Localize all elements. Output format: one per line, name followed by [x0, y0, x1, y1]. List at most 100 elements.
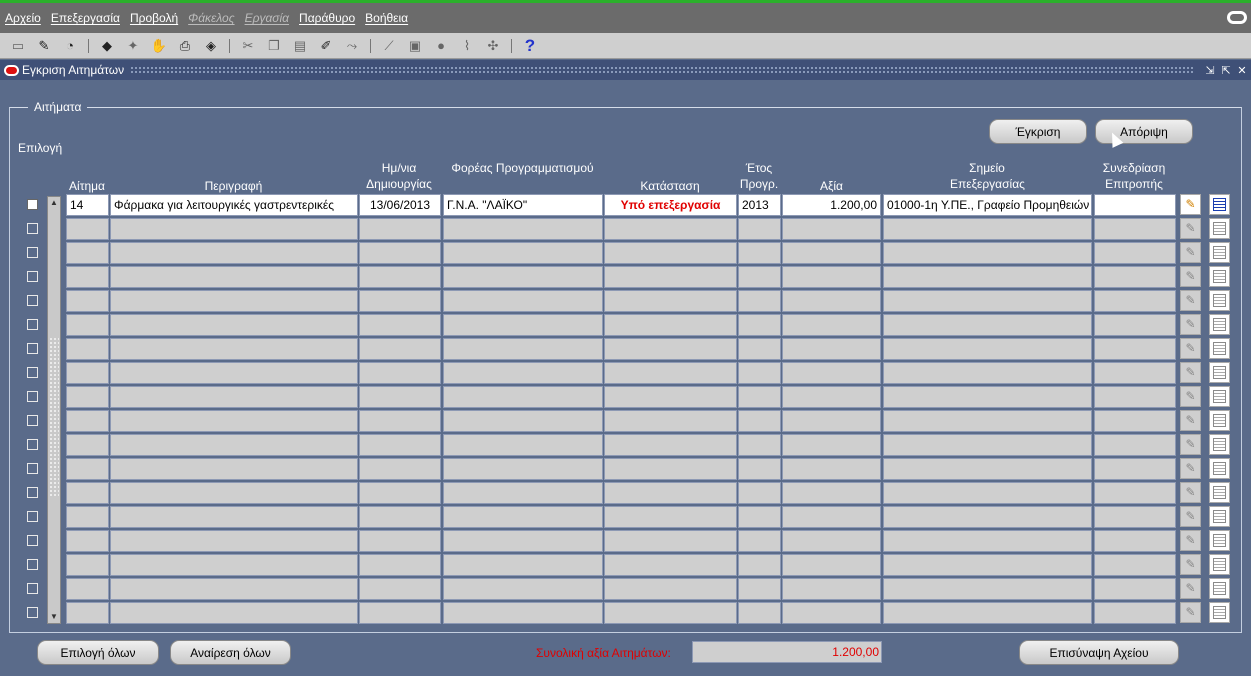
cell-request[interactable] — [66, 290, 109, 312]
cell-processing-point[interactable] — [883, 506, 1092, 528]
cell-value[interactable] — [782, 434, 881, 456]
details-list-icon[interactable] — [1209, 482, 1230, 503]
minimize-icon[interactable]: ⇲ — [1203, 64, 1217, 77]
details-list-icon[interactable] — [1209, 458, 1230, 479]
cell-description[interactable] — [110, 482, 358, 504]
cell-description[interactable] — [110, 410, 358, 432]
cell-planning-body[interactable] — [443, 602, 603, 624]
cell-description[interactable] — [110, 338, 358, 360]
cell-request[interactable] — [66, 266, 109, 288]
cell-created-date[interactable] — [359, 410, 441, 432]
cell-description[interactable] — [110, 242, 358, 264]
cell-program-year[interactable] — [738, 218, 781, 240]
details-list-icon[interactable] — [1209, 242, 1230, 263]
cell-committee-meeting[interactable] — [1094, 194, 1176, 216]
edit-pencil-icon[interactable]: ✎ — [1180, 362, 1201, 383]
cell-planning-body[interactable]: Γ.Ν.Α. "ΛΑΪΚΟ" — [443, 194, 603, 216]
cell-committee-meeting[interactable] — [1094, 482, 1176, 504]
cell-committee-meeting[interactable] — [1094, 218, 1176, 240]
cell-processing-point[interactable] — [883, 290, 1092, 312]
cell-planning-body[interactable] — [443, 290, 603, 312]
cell-request[interactable] — [66, 338, 109, 360]
cell-status[interactable] — [604, 458, 737, 480]
cell-committee-meeting[interactable] — [1094, 554, 1176, 576]
cell-planning-body[interactable] — [443, 242, 603, 264]
clear-icon[interactable]: ✦ — [123, 37, 143, 55]
cell-program-year[interactable] — [738, 314, 781, 336]
menu-item[interactable]: Προβολή — [130, 11, 178, 25]
lov-icon[interactable]: ▣ — [405, 37, 425, 55]
cell-value[interactable] — [782, 578, 881, 600]
row-select-checkbox[interactable] — [27, 487, 38, 498]
edit-pencil-icon[interactable]: ✎ — [1180, 386, 1201, 407]
cell-value[interactable] — [782, 602, 881, 624]
zoom-icon[interactable]: ⤳ — [342, 37, 362, 55]
new-record-icon[interactable]: ◆ — [97, 37, 117, 55]
cell-status[interactable] — [604, 386, 737, 408]
cell-status[interactable] — [604, 482, 737, 504]
vertical-scrollbar[interactable]: ▲ ▼ — [47, 196, 61, 624]
cell-description[interactable] — [110, 530, 358, 552]
cell-status[interactable] — [604, 218, 737, 240]
cell-value[interactable] — [782, 314, 881, 336]
cell-description[interactable] — [110, 458, 358, 480]
cell-committee-meeting[interactable] — [1094, 290, 1176, 312]
details-list-icon[interactable] — [1209, 410, 1230, 431]
cell-status[interactable] — [604, 554, 737, 576]
maximize-icon[interactable]: ⇱ — [1219, 64, 1233, 77]
cell-description[interactable] — [110, 578, 358, 600]
row-select-checkbox[interactable] — [27, 391, 38, 402]
cell-program-year[interactable]: 2013 — [738, 194, 781, 216]
cell-planning-body[interactable] — [443, 458, 603, 480]
row-select-checkbox[interactable] — [27, 295, 38, 306]
edit-pencil-icon[interactable]: ✎ — [1180, 578, 1201, 599]
menu-item[interactable]: Φάκελος — [188, 11, 234, 25]
cell-value[interactable] — [782, 554, 881, 576]
cell-description[interactable] — [110, 554, 358, 576]
cell-planning-body[interactable] — [443, 578, 603, 600]
cell-program-year[interactable] — [738, 362, 781, 384]
cell-status[interactable]: Υπό επεξεργασία — [604, 194, 737, 216]
cell-value[interactable]: 1.200,00 — [782, 194, 881, 216]
cell-created-date[interactable] — [359, 458, 441, 480]
cell-value[interactable] — [782, 242, 881, 264]
cell-value[interactable] — [782, 530, 881, 552]
edit-pencil-icon[interactable]: ✎ — [1180, 410, 1201, 431]
cell-program-year[interactable] — [738, 578, 781, 600]
cell-planning-body[interactable] — [443, 530, 603, 552]
cell-status[interactable] — [604, 434, 737, 456]
approve-button[interactable]: Έγκριση — [989, 119, 1087, 144]
cell-program-year[interactable] — [738, 530, 781, 552]
cell-description[interactable] — [110, 506, 358, 528]
cell-description[interactable] — [110, 434, 358, 456]
cell-status[interactable] — [604, 314, 737, 336]
edit-pencil-icon[interactable]: ✎ — [1180, 482, 1201, 503]
cell-created-date[interactable] — [359, 602, 441, 624]
row-select-checkbox[interactable] — [27, 247, 38, 258]
cell-program-year[interactable] — [738, 338, 781, 360]
edit-pencil-icon[interactable]: ✎ — [1180, 242, 1201, 263]
cell-processing-point[interactable] — [883, 554, 1092, 576]
cell-created-date[interactable] — [359, 242, 441, 264]
cell-value[interactable] — [782, 506, 881, 528]
edit-icon[interactable]: ✐ — [316, 37, 336, 55]
cell-program-year[interactable] — [738, 242, 781, 264]
edit-pencil-icon[interactable]: ✎ — [1180, 458, 1201, 479]
row-select-checkbox[interactable] — [27, 343, 38, 354]
cell-committee-meeting[interactable] — [1094, 242, 1176, 264]
details-list-icon[interactable] — [1209, 218, 1230, 239]
close-icon[interactable]: ✕ — [1235, 64, 1249, 77]
cell-created-date[interactable] — [359, 578, 441, 600]
cell-committee-meeting[interactable] — [1094, 602, 1176, 624]
cell-planning-body[interactable] — [443, 434, 603, 456]
menu-item[interactable]: Παράθυρο — [299, 11, 355, 25]
row-select-checkbox[interactable] — [27, 463, 38, 474]
details-list-icon[interactable] — [1209, 506, 1230, 527]
cell-created-date[interactable] — [359, 482, 441, 504]
cell-program-year[interactable] — [738, 266, 781, 288]
cell-status[interactable] — [604, 362, 737, 384]
select-all-button[interactable]: Επιλογή όλων — [37, 640, 159, 665]
edit-pencil-icon[interactable]: ✎ — [1180, 266, 1201, 287]
cell-planning-body[interactable] — [443, 338, 603, 360]
row-select-checkbox[interactable] — [27, 223, 38, 234]
